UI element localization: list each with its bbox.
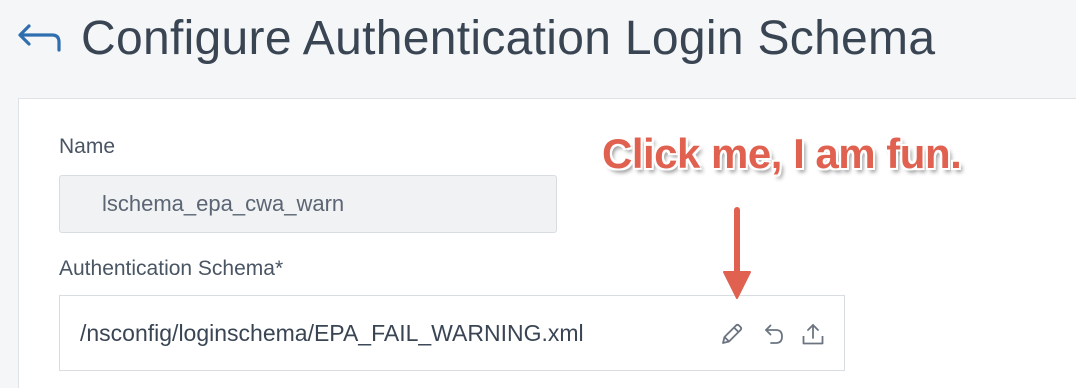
page-header: Configure Authentication Login Schema: [0, 0, 1076, 98]
page-title: Configure Authentication Login Schema: [81, 12, 936, 65]
upload-icon[interactable]: [799, 320, 827, 348]
authentication-schema-field[interactable]: /nsconfig/loginschema/EPA_FAIL_WARNING.x…: [59, 295, 845, 371]
edit-icon[interactable]: [718, 320, 746, 348]
undo-icon[interactable]: [759, 320, 787, 348]
name-label: Name: [59, 135, 116, 158]
authentication-schema-value: /nsconfig/loginschema/EPA_FAIL_WARNING.x…: [80, 320, 584, 346]
callout-annotation: Click me, I am fun.: [602, 130, 962, 177]
callout-arrow-icon: [723, 207, 751, 299]
authentication-schema-label: Authentication Schema*: [59, 257, 284, 280]
name-field: lschema_epa_cwa_warn: [59, 175, 557, 233]
back-arrow-icon[interactable]: [15, 22, 63, 58]
